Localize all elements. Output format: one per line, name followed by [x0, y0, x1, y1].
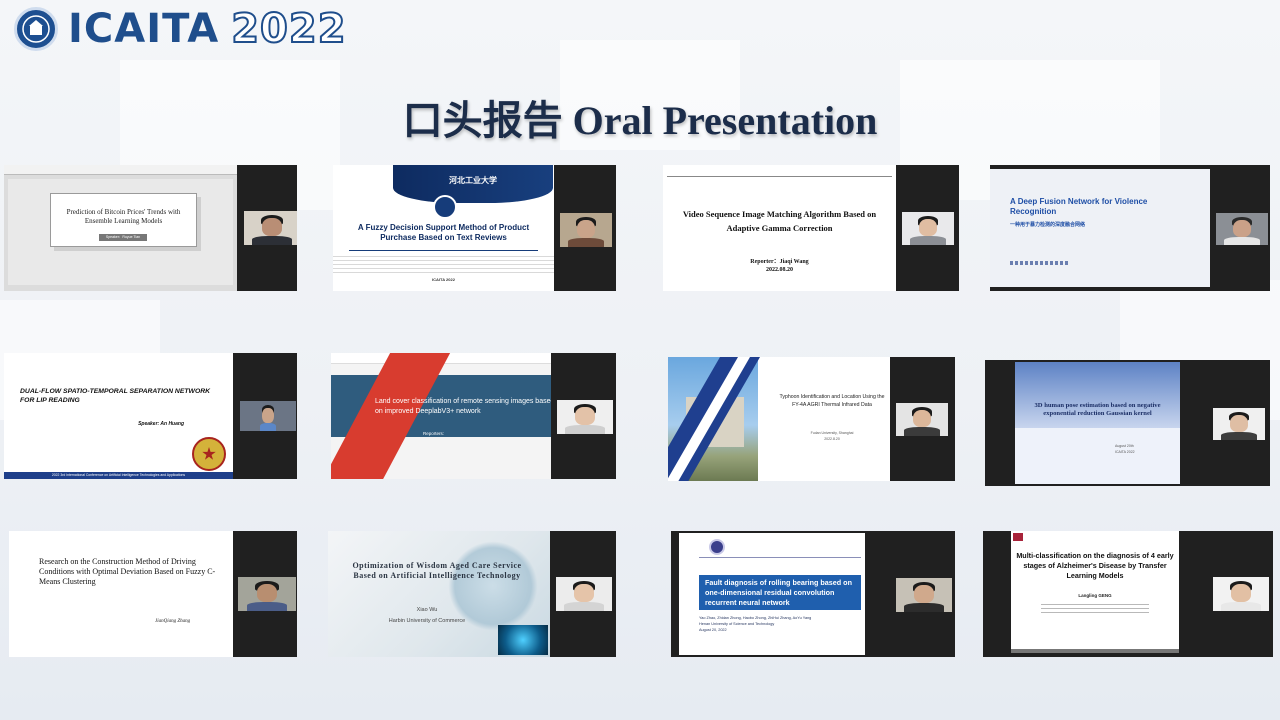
- slide-area: 河北工业大学 A Fuzzy Decision Support Method o…: [333, 165, 554, 291]
- presentation-thumbnail[interactable]: DUAL-FLOW SPATIO-TEMPORAL SEPARATION NET…: [4, 353, 297, 479]
- viewer-toolbar: [4, 165, 237, 175]
- slide-date: 2022.08.20: [766, 267, 793, 273]
- speaker-video: [902, 212, 954, 245]
- presentation-thumbnail[interactable]: Research on the Construction Method of D…: [9, 531, 297, 657]
- slide-title: Optimization of Wisdom Aged Care Service…: [352, 561, 522, 580]
- author-info-lines: [1041, 601, 1149, 615]
- speaker-video: [1216, 213, 1268, 245]
- slide-area: Typhoon Identification and Location Usin…: [668, 357, 890, 481]
- slide-title: A Deep Fusion Network for Violence Recog…: [1010, 197, 1148, 216]
- slide-title: Land cover classification of remote sens…: [375, 398, 551, 415]
- university-seal-icon: [14, 7, 58, 51]
- university-logo-icon: [709, 539, 725, 555]
- slide-title: A Fuzzy Decision Support Method of Produ…: [357, 223, 530, 242]
- slide-bullet-list: Yao Zhao, Zhidan Zhong, Haobo Zhong, Zhi…: [699, 615, 811, 633]
- presentation-thumbnail[interactable]: Land cover classification of remote sens…: [331, 353, 616, 479]
- speaker-video: [896, 403, 948, 436]
- presentation-thumbnail[interactable]: Multi-classification on the diagnosis of…: [983, 531, 1273, 657]
- slide-title: Video Sequence Image Matching Algorithm …: [682, 209, 877, 233]
- page-title: 口头报告 Oral Presentation: [402, 98, 878, 143]
- presentation-thumbnail[interactable]: A Deep Fusion Network for Violence Recog…: [990, 165, 1270, 291]
- logo-main-text: ICAITA: [68, 6, 220, 52]
- slide-area: DUAL-FLOW SPATIO-TEMPORAL SEPARATION NET…: [4, 353, 233, 479]
- slide-title-band: Fault diagnosis of rolling bearing based…: [699, 575, 861, 610]
- slide-area: Research on the Construction Method of D…: [9, 531, 233, 657]
- slide-conference: ICAITA 2022: [1115, 450, 1135, 454]
- speaker-video: [238, 577, 296, 611]
- logo-wordmark: ICAITA 2022: [68, 5, 347, 53]
- university-emblem-icon: [192, 437, 226, 471]
- slide-area: Land cover classification of remote sens…: [331, 353, 551, 479]
- slide-title: Typhoon Identification and Location Usin…: [779, 394, 885, 408]
- slide-footer: 2022 3rd International Conference on Art…: [4, 472, 233, 479]
- presenter-info: [1010, 261, 1070, 265]
- slide-author: Xiao Wu: [416, 607, 438, 613]
- speaker-video: [240, 401, 296, 431]
- slide-area: Multi-classification on the diagnosis of…: [1011, 531, 1179, 653]
- presentation-thumbnail[interactable]: Fault diagnosis of rolling bearing based…: [671, 531, 955, 657]
- graduation-cap-icon: [433, 195, 457, 219]
- presentation-thumbnail[interactable]: Prediction of Bitcoin Prices' Trends wit…: [4, 165, 297, 291]
- speaker-video: [896, 578, 952, 612]
- slide-title: Prediction of Bitcoin Prices' Trends wit…: [66, 208, 181, 225]
- slide-card: Prediction of Bitcoin Prices' Trends wit…: [50, 193, 197, 247]
- slide-area: Video Sequence Image Matching Algorithm …: [663, 165, 896, 291]
- slide-header-band: [1015, 362, 1180, 428]
- speaker-video: [557, 400, 613, 434]
- slide-area: Prediction of Bitcoin Prices' Trends wit…: [4, 165, 237, 291]
- speaker-video: [244, 211, 297, 245]
- slide-title: Research on the Construction Method of D…: [39, 557, 216, 586]
- slide-title: 3D human pose estimation based on negati…: [1034, 402, 1161, 417]
- divider: [349, 250, 538, 251]
- presentation-thumbnail[interactable]: 河北工业大学 A Fuzzy Decision Support Method o…: [333, 165, 616, 291]
- divider: [699, 557, 861, 558]
- slide-subtitle: 一种用于暴力检测的深度融合网络: [1010, 222, 1086, 228]
- presentation-thumbnail[interactable]: Typhoon Identification and Location Usin…: [668, 357, 955, 481]
- presentation-thumbnail[interactable]: Video Sequence Image Matching Algorithm …: [663, 165, 959, 291]
- speaker-video: [1213, 577, 1269, 611]
- slide-reporters-label: Reporters:: [423, 431, 445, 436]
- slide-affiliation: Fudan University, Shanghai: [810, 431, 854, 435]
- slide-author: JianQiang Zhang: [155, 619, 191, 624]
- slide-title: Multi-classification on the diagnosis of…: [1016, 551, 1174, 580]
- presentation-thumbnail[interactable]: 3D human pose estimation based on negati…: [985, 360, 1270, 486]
- slide-speaker: Speaker: An Huang: [138, 421, 184, 427]
- slide-speaker-badge: Speaker：Ruyue Tian: [99, 234, 147, 241]
- university-banner-text: 河北工业大学: [449, 176, 497, 185]
- slide-area: A Deep Fusion Network for Violence Recog…: [990, 169, 1210, 287]
- slide-banner: 河北工业大学: [393, 165, 553, 203]
- university-logo-icon: [1013, 533, 1023, 541]
- speaker-video: [560, 213, 612, 247]
- logo-year-text: 2022: [230, 5, 347, 53]
- slide-area: Optimization of Wisdom Aged Care Service…: [328, 531, 550, 657]
- slide-footer: ICAITA 2022: [432, 277, 455, 282]
- speaker-video: [1213, 408, 1265, 440]
- speaker-video: [556, 577, 612, 611]
- slide-area: 3D human pose estimation based on negati…: [1015, 362, 1180, 484]
- presentation-thumbnail[interactable]: Optimization of Wisdom Aged Care Service…: [328, 531, 616, 657]
- slide-date: 2022.8.20: [824, 437, 840, 441]
- slide-affiliation: Harbin University of Commerce: [388, 618, 466, 624]
- slide-title: Fault diagnosis of rolling bearing based…: [705, 578, 852, 607]
- slide-author: Langling GENG: [1078, 593, 1112, 598]
- slide-title: DUAL-FLOW SPATIO-TEMPORAL SEPARATION NET…: [20, 388, 211, 404]
- author-info-lines: [333, 253, 554, 273]
- conference-logo: ICAITA 2022: [14, 5, 347, 53]
- slide-footer-bar: [1011, 649, 1179, 653]
- slide-reporter: Reporter：Jiaqi Wang: [750, 259, 809, 265]
- slide-date: August 20th: [1115, 444, 1134, 448]
- bullet-item: August 20, 2022: [699, 628, 727, 632]
- robot-hand-image: [498, 625, 548, 655]
- divider: [667, 176, 892, 177]
- slide-area: Fault diagnosis of rolling bearing based…: [679, 533, 865, 655]
